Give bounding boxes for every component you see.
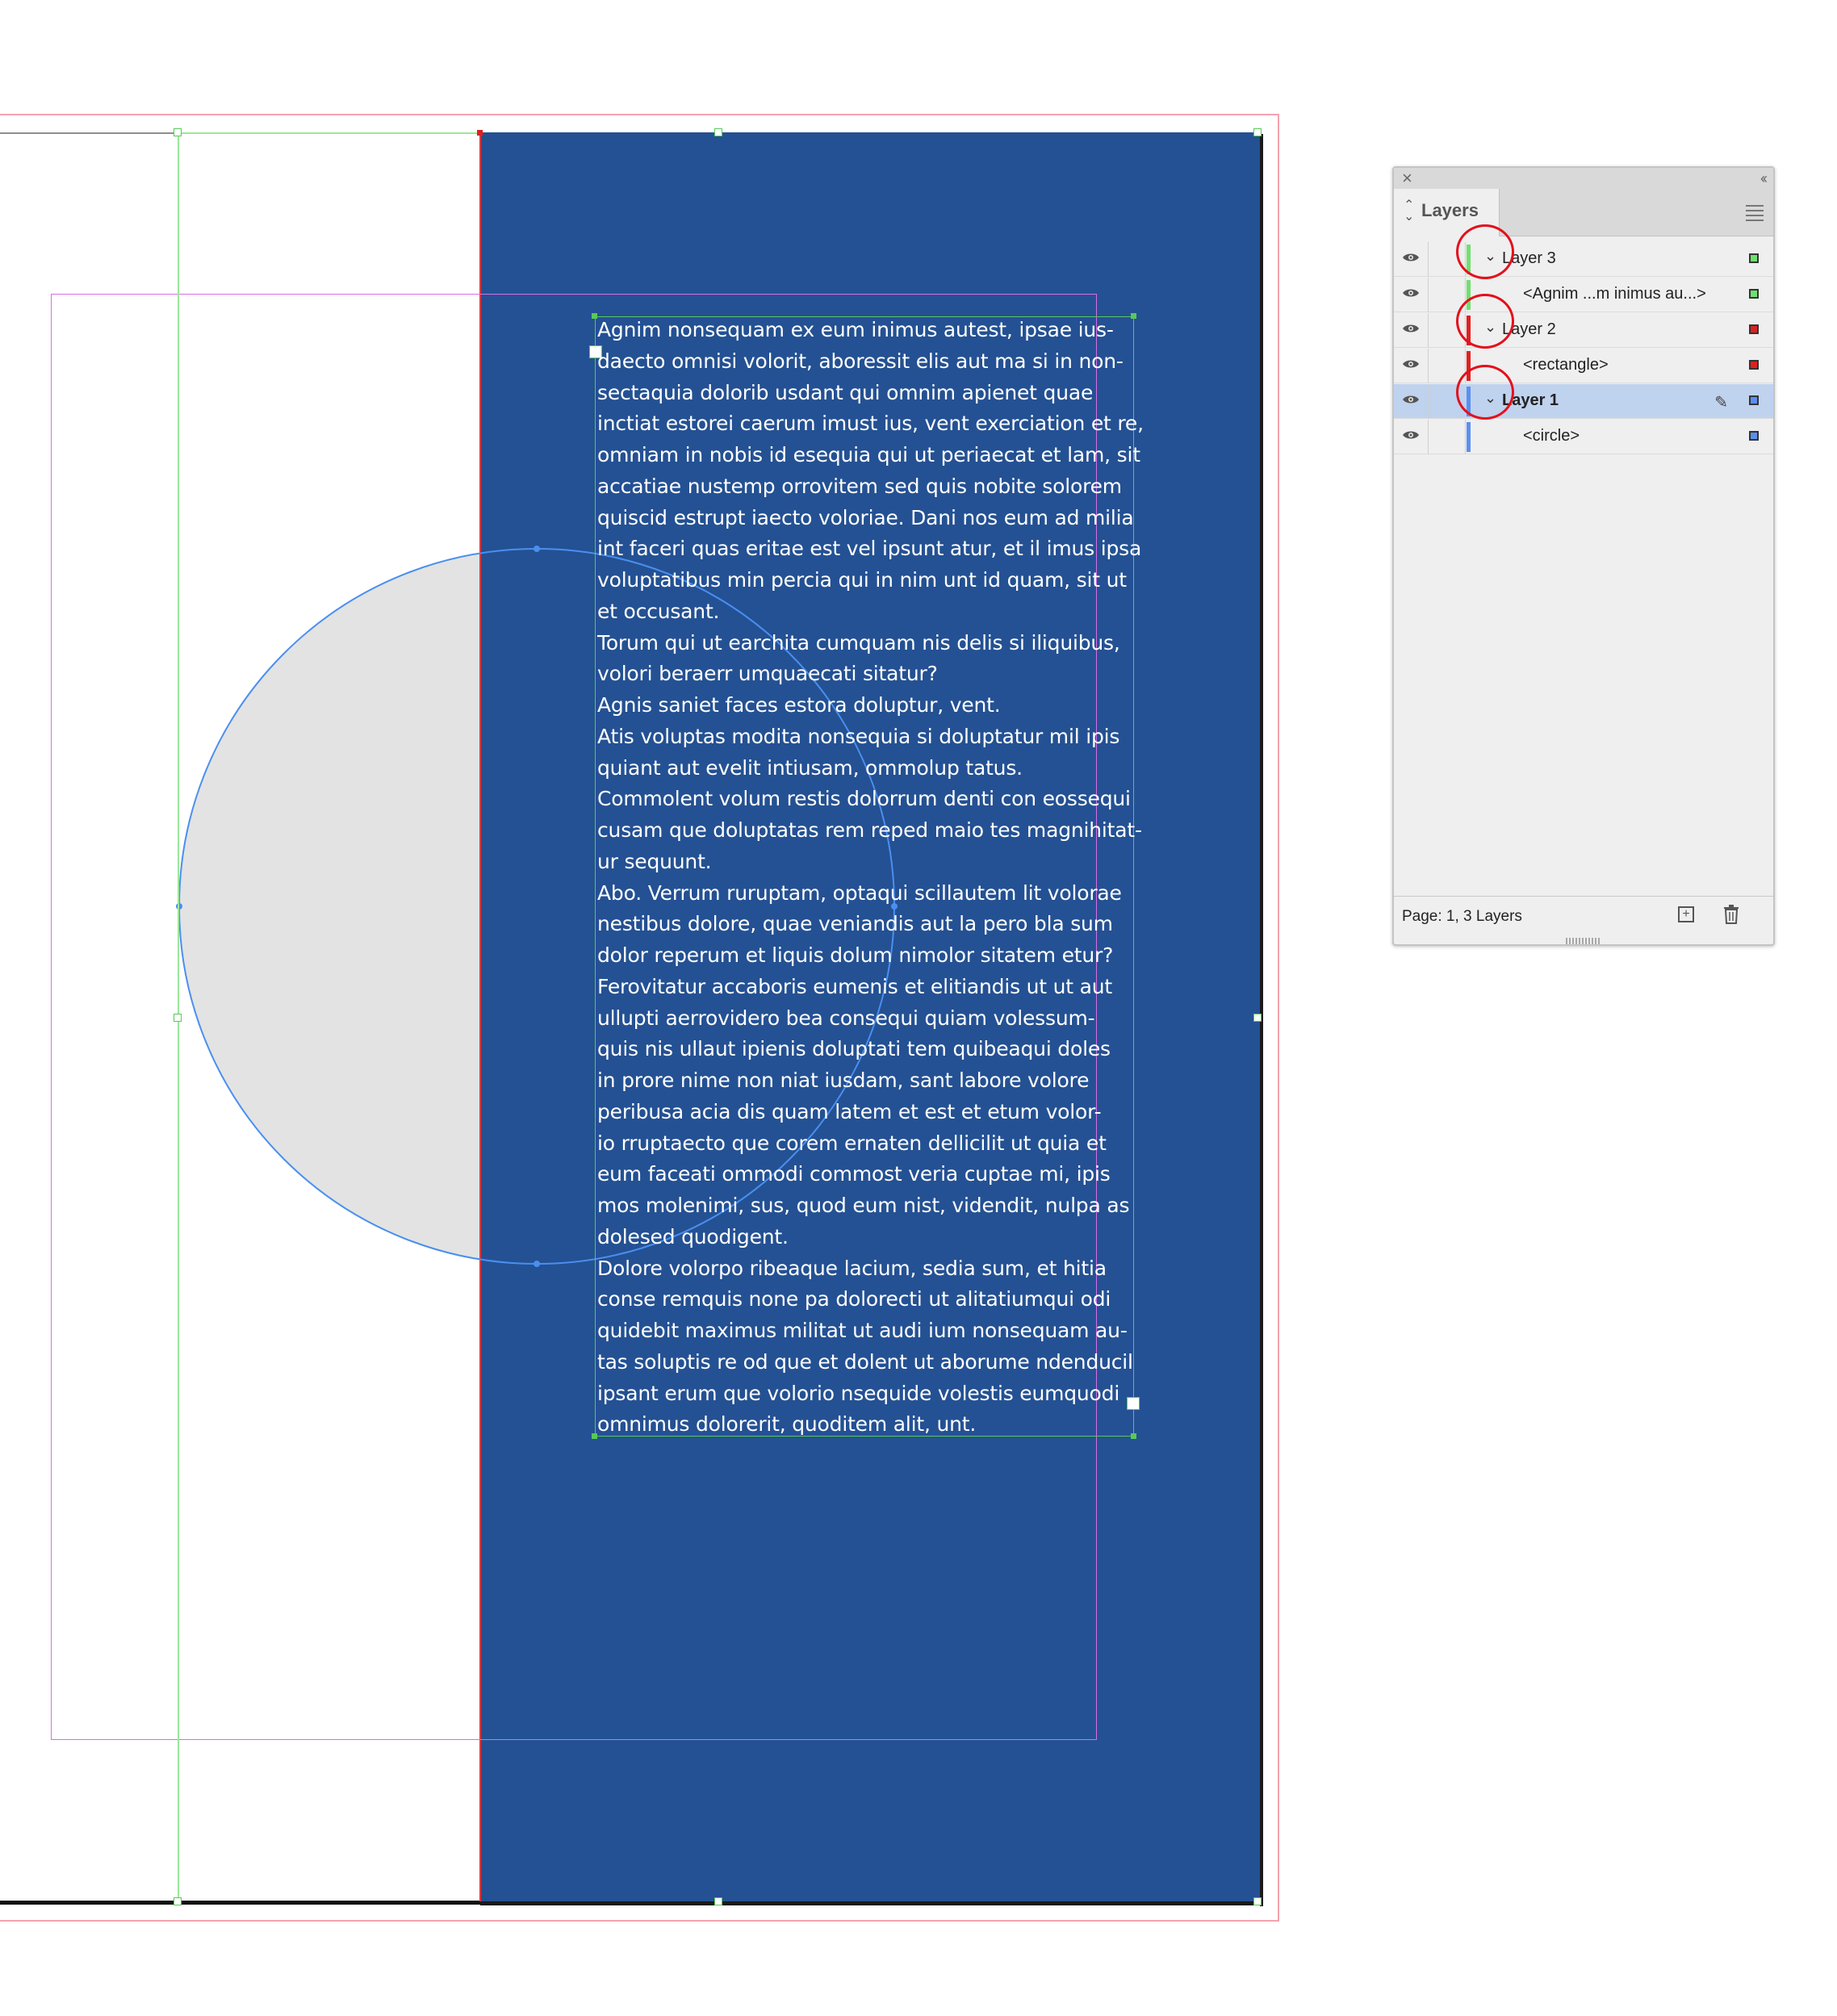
story-line: ur sequunt. (597, 849, 712, 873)
layer-object-row[interactable]: <Agnim ...m inimus au...> (1394, 278, 1773, 312)
layer-row[interactable]: ⌄ Layer 2 (1394, 313, 1773, 348)
visibility-eye-icon[interactable] (1402, 287, 1420, 299)
collapse-icon[interactable]: ‹‹ (1760, 168, 1768, 189)
text-frame-corner-tl[interactable] (592, 313, 597, 319)
story-line: Atis voluptas modita nonsequia si dolupt… (597, 724, 1120, 748)
layer-count-status: Page: 1, 3 Layers (1402, 908, 1522, 925)
selection-handle-top-right[interactable] (1253, 128, 1262, 136)
annotation-ring-layer-2 (1456, 294, 1514, 349)
pen-icon: ✎ (1714, 394, 1728, 412)
column-divider (1428, 349, 1429, 383)
selection-square-icon[interactable] (1749, 431, 1759, 441)
story-line: cusam que doluptatas rem reped maio tes … (597, 818, 1142, 842)
story-line: Torum qui ut earchita cumquam nis delis … (597, 630, 1120, 655)
visibility-eye-icon[interactable] (1402, 394, 1420, 405)
story-line: nestibus dolore, quae veniandis aut la p… (597, 912, 1113, 936)
selection-handle-top-left[interactable] (174, 128, 182, 136)
column-divider (1428, 278, 1429, 312)
close-icon[interactable]: × (1402, 168, 1412, 189)
visibility-eye-icon[interactable] (1402, 429, 1420, 441)
layer-row[interactable]: ⌄ Layer 3 (1394, 242, 1773, 277)
story-line: dolesed quodigent. (597, 1224, 789, 1248)
column-divider (1428, 420, 1429, 454)
column-divider (1428, 242, 1429, 277)
column-divider (1428, 313, 1429, 348)
story-line: in prore nime non niat iusdam, sant labo… (597, 1069, 1090, 1092)
visibility-eye-icon[interactable] (1402, 358, 1420, 370)
selection-guide-horizontal (178, 132, 480, 134)
panel-tab-bar: ⌃ ⌄ Layers (1394, 189, 1773, 236)
panel-title-bar[interactable]: × ‹‹ (1394, 168, 1773, 190)
story-line: Dolore volorpo ribeaque lacium, sedia su… (597, 1256, 1107, 1280)
story-line: inctiat estorei caerum imust ius, vent e… (597, 412, 1144, 436)
story-line: Abo. Verrum ruruptam, optaqui scillautem… (597, 880, 1122, 905)
layers-panel: × ‹‹ ⌃ ⌄ Layers ⌄ Layer 3 <Agnim ...m inimu… (1392, 166, 1775, 946)
story-line: omniam in nobis id esequia qui ut periae… (597, 443, 1140, 466)
selection-square-icon[interactable] (1749, 324, 1759, 334)
trash-icon[interactable] (1723, 905, 1739, 924)
story-line: ullupti aerrovidero bea consequi quiam v… (597, 1006, 1095, 1030)
story-line: mos molenimi, sus, quod eum nist, vidend… (597, 1194, 1130, 1217)
story-line: voluptatibus min percia qui in nim unt i… (597, 568, 1127, 592)
layer-object-row[interactable]: <circle> (1394, 420, 1773, 454)
story-line: peribusa acia dis quam latem et est et e… (597, 1099, 1102, 1123)
tab-layers-label: Layers (1421, 200, 1479, 220)
panel-resize-grip[interactable] (1566, 938, 1601, 944)
panel-footer: Page: 1, 3 Layers + (1394, 896, 1773, 937)
story-line: daecto omnisi volorit, aboressit elis au… (597, 349, 1124, 373)
selection-handle-middle-left[interactable] (174, 1014, 182, 1022)
story-line: sectaquia dolorib usdant qui omnim apien… (597, 380, 1094, 404)
selection-handle-bottom-middle[interactable] (714, 1897, 722, 1905)
story-line: quidebit maximus militat ut audi ium non… (597, 1319, 1128, 1342)
story-line: et occusant. (597, 599, 720, 623)
story-line: tas soluptis re od que et dolent ut abor… (597, 1349, 1133, 1374)
object-name[interactable]: <rectangle> (1523, 356, 1609, 374)
story-line: eum faceati ommodi commost veria cuptae … (597, 1162, 1111, 1186)
selection-square-icon[interactable] (1749, 253, 1759, 263)
story-line: Commolent volum restis dolorrum denti co… (597, 787, 1131, 811)
selection-handle-top-middle[interactable] (714, 128, 722, 136)
story-line: conse remquis none pa dolorecti ut alita… (597, 1287, 1111, 1311)
story-line: int faceri quas eritae est vel ipsunt at… (597, 537, 1142, 561)
story-line: quiscid estrupt iaecto voloriae. Dani no… (597, 505, 1134, 529)
story-line: ipsant erum que volorio nsequide volesti… (597, 1381, 1120, 1405)
document-canvas[interactable]: Agnim nonsequam ex eum inimus autest, ip… (0, 0, 1291, 2016)
panel-menu-icon[interactable] (1746, 205, 1764, 224)
column-divider (1465, 420, 1466, 454)
layer-object-row[interactable]: <rectangle> (1394, 349, 1773, 383)
tab-arrows-icon: ⌃ ⌄ (1404, 199, 1415, 224)
annotation-ring-layer-1 (1456, 365, 1514, 420)
selection-handle-bottom-right[interactable] (1253, 1897, 1262, 1905)
column-divider (1428, 384, 1429, 419)
story-line: Agnim nonsequam ex eum inimus autest, ip… (597, 318, 1114, 341)
selection-handle-middle-right[interactable] (1253, 1014, 1262, 1022)
object-name[interactable]: <Agnim ...m inimus au...> (1523, 285, 1706, 303)
story-line: volori beraerr umquaecati sitatur? (597, 662, 938, 686)
layer-color-bar (1467, 422, 1471, 452)
story-line: dolor reperum et liquis dolum nimolor si… (597, 943, 1114, 967)
selection-handle-bottom-left[interactable] (174, 1897, 182, 1905)
story-line: Agnis saniet faces estora doluptur, vent… (597, 693, 1001, 717)
visibility-eye-icon[interactable] (1402, 323, 1420, 334)
story-line: omnimus dolorerit, quoditem alit, unt. (597, 1412, 977, 1437)
object-name[interactable]: <circle> (1523, 427, 1580, 445)
story-line: io rruptaecto que corem ernaten dellicil… (597, 1131, 1107, 1155)
text-frame-corner-bl[interactable] (592, 1433, 597, 1439)
new-layer-icon[interactable]: + (1678, 906, 1694, 922)
selection-square-icon[interactable] (1749, 360, 1759, 370)
rectangle-corner-handle[interactable] (477, 130, 483, 136)
story-line: quis nis ullaut ipienis doluptati tem qu… (597, 1037, 1111, 1061)
visibility-eye-icon[interactable] (1402, 252, 1420, 263)
story-line: accatiae nustemp orrovitem sed quis nobi… (597, 474, 1122, 498)
story-text[interactable]: Agnim nonsequam ex eum inimus autest, ip… (597, 315, 1146, 1441)
selection-square-icon[interactable] (1749, 395, 1759, 405)
annotation-ring-layer-3 (1456, 224, 1514, 279)
selection-square-icon[interactable] (1749, 289, 1759, 299)
story-line: Ferovitatur accaboris eumenis et elitian… (597, 974, 1113, 998)
story-line: quiant aut evelit intiusam, ommolup tatu… (597, 755, 1023, 780)
layer-row[interactable]: ⌄ Layer 1 ✎ (1394, 384, 1773, 419)
